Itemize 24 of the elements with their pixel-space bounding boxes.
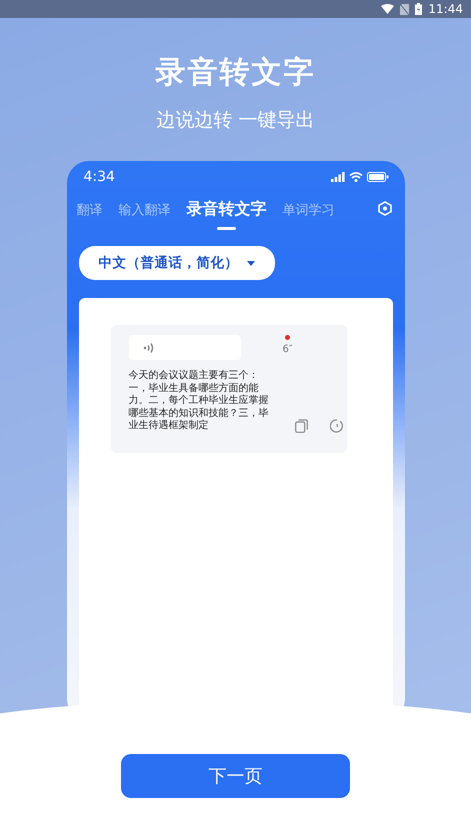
transcript-text: 今天的会议议题主要有三个：一，毕业生具备哪些方面的能力。二，每个工种毕业生应掌握哪些基本的知识和技能？三，毕业生待遇框架制定 <box>128 370 270 432</box>
duration-label: 6″ <box>282 344 293 355</box>
copy-icon[interactable] <box>294 418 308 432</box>
caret-icon <box>246 260 254 266</box>
tab[interactable]: 翻译 <box>76 201 102 219</box>
next-page-button[interactable]: 下一页 <box>121 754 350 798</box>
wifi-icon <box>348 172 362 182</box>
headline-subtitle: 边说边转 一键导出 <box>156 108 315 133</box>
phone-time: 4:34 <box>84 169 115 185</box>
status-time: 11:44 <box>428 2 463 16</box>
signal-icon <box>330 172 344 182</box>
tab[interactable]: 录音转文字 <box>186 199 266 230</box>
settings-icon[interactable] <box>378 201 392 216</box>
sound-wave-icon <box>142 342 154 354</box>
battery-icon <box>415 3 422 15</box>
refresh-icon[interactable] <box>330 418 344 432</box>
language-dropdown[interactable]: 中文（普通话，简化） <box>78 246 274 280</box>
no-sim-icon <box>400 4 410 14</box>
headline-title: 录音转文字 <box>156 54 316 92</box>
tab[interactable]: 单词学习 <box>282 201 334 219</box>
audio-clip[interactable] <box>128 335 240 360</box>
wifi-icon <box>381 4 394 14</box>
tab[interactable]: 输入翻译 <box>118 201 170 219</box>
battery-icon <box>366 172 388 182</box>
